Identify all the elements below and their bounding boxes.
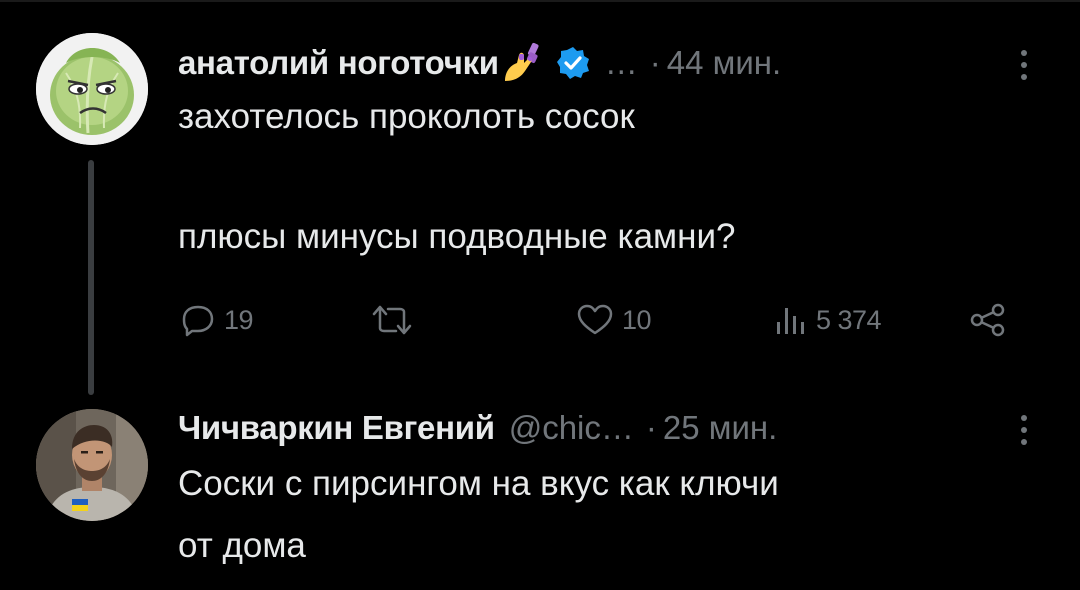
more-options-icon[interactable] [1014, 410, 1034, 450]
tweet-text-line-1: захотелось проколоть сосок [178, 97, 635, 136]
author-handle[interactable]: … [605, 44, 638, 82]
retweet-icon [372, 302, 412, 338]
verified-badge-icon [555, 45, 591, 81]
author-name[interactable]: Чичваркин Евгений [178, 409, 495, 447]
like-button[interactable]: 10 [576, 295, 652, 345]
separator-dot: · [645, 409, 657, 446]
reply-icon [180, 302, 216, 338]
reply-button[interactable]: 19 [180, 295, 254, 345]
tweet-header: Чичваркин Евгений @chic… · 25 мин. [178, 403, 777, 453]
tweet-timestamp[interactable]: 25 мин. [663, 409, 777, 447]
tweet-timestamp[interactable]: 44 мин. [667, 44, 781, 82]
views-bar-chart-icon [772, 302, 808, 338]
tweet-actions: 19 10 5 374 [178, 295, 1018, 345]
cabbage-avatar[interactable] [36, 33, 148, 145]
views-count: 5 374 [816, 304, 882, 335]
tweet-text-line-2: от дома [178, 526, 306, 565]
tweet-1[interactable]: анатолий ноготочки … · 44 мин. захотелос… [0, 0, 1080, 395]
share-icon [968, 302, 1008, 338]
views-button[interactable]: 5 374 [772, 295, 882, 345]
tweet-header: анатолий ноготочки … · 44 мин. [178, 38, 781, 88]
nail-polish-emoji-icon [501, 41, 545, 85]
like-count: 10 [622, 304, 652, 335]
separator-dot: · [649, 44, 661, 81]
author-handle[interactable]: @chic… [509, 409, 634, 447]
author-name[interactable]: анатолий ноготочки [178, 44, 499, 82]
tweet-text-line-2: плюсы минусы подводные камни? [178, 217, 736, 256]
more-options-icon[interactable] [1014, 45, 1034, 85]
tweet-2[interactable]: Чичваркин Евгений @chic… · 25 мин. Соски… [0, 395, 1080, 590]
thread-connector-line [88, 160, 94, 395]
reply-count: 19 [224, 304, 254, 335]
user-photo-avatar[interactable] [36, 409, 148, 521]
retweet-button[interactable] [372, 295, 420, 345]
share-button[interactable] [968, 295, 1008, 345]
tweet-text-line-1: Соски с пирсингом на вкус как ключи [178, 464, 779, 503]
heart-icon [576, 302, 614, 338]
